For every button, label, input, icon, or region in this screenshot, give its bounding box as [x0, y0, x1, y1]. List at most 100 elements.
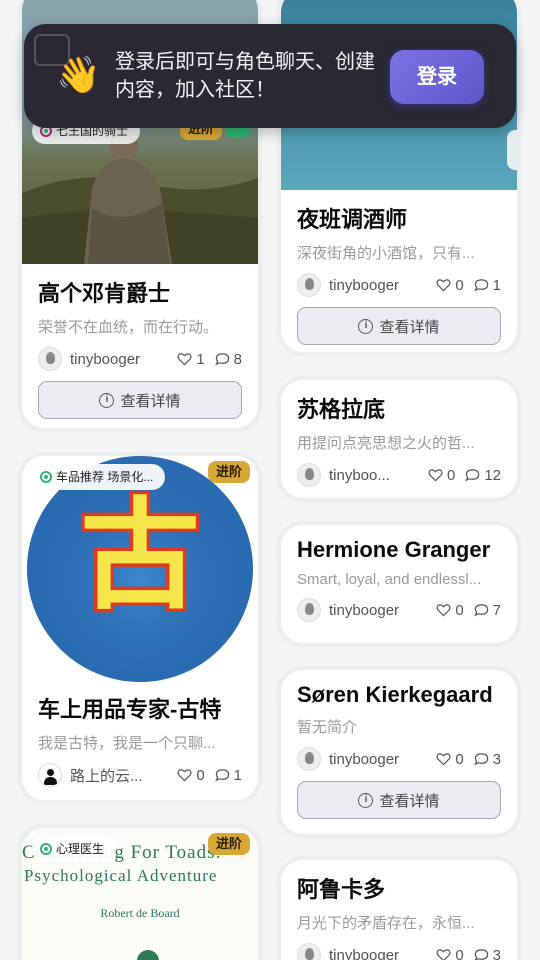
author-avatar [297, 273, 321, 297]
like-value: 1 [196, 350, 205, 368]
comment-value: 7 [492, 601, 501, 619]
character-card[interactable]: Hermione Granger Smart, loyal, and endle… [281, 525, 517, 643]
heart-icon [436, 949, 451, 960]
login-prompt-message: 登录后即可与角色聊天、创建内容，加入社区！ [115, 51, 375, 101]
card-meta: tinyboo... 0 12 [297, 463, 501, 487]
character-description: 荣誉不在血统，而在行动。 [38, 319, 219, 336]
card-meta: 路上的云... 0 1 [38, 763, 242, 787]
heart-icon [428, 469, 443, 482]
author-name: tinybooger [329, 946, 400, 960]
comment-value: 1 [492, 276, 501, 294]
info-icon: i [99, 392, 115, 408]
like-count[interactable]: 0 [177, 766, 205, 784]
comment-count[interactable]: 1 [214, 766, 242, 784]
heart-icon [436, 279, 451, 292]
view-details-button[interactable]: i 查看详情 [38, 381, 242, 419]
author-name: 路上的云... [70, 767, 143, 785]
card-meta: tinybooger 1 8 [38, 347, 242, 371]
tag-dot-icon [40, 471, 52, 483]
heart-icon [436, 604, 451, 617]
view-details-button[interactable]: i 查看详情 [297, 307, 501, 345]
character-description: 暂无简介 [297, 719, 358, 736]
comment-value: 3 [492, 750, 501, 768]
card-meta: tinybooger 0 3 [297, 747, 501, 771]
like-value: 0 [446, 466, 456, 484]
level-badge: 进阶 [207, 461, 250, 483]
info-icon: i [358, 318, 374, 334]
like-count[interactable]: 1 [177, 350, 205, 368]
card-meta: tinybooger 0 7 [297, 598, 501, 622]
waving-hand-icon: 👋 [56, 54, 101, 95]
character-name: Hermione Granger [297, 537, 491, 562]
character-description: 月光下的矛盾存在，永恒... [297, 915, 475, 932]
comment-value: 1 [233, 766, 242, 784]
comment-count[interactable]: 8 [214, 350, 242, 368]
character-description: Smart, loyal, and endlessl... [297, 571, 482, 588]
like-value: 0 [455, 946, 464, 960]
character-name: 车上用品专家-古特 [38, 697, 222, 722]
comment-value: 12 [484, 466, 501, 484]
character-name: 阿鲁卡多 [297, 877, 386, 902]
comment-icon [473, 604, 488, 617]
image-shape [507, 130, 517, 170]
author-avatar [38, 763, 62, 787]
comment-icon [214, 353, 229, 366]
character-description: 用提问点亮思想之火的哲... [297, 435, 475, 452]
book-title-line2: Psychological Adventure [24, 866, 218, 885]
book-author: Robert de Board [100, 906, 180, 920]
comment-count[interactable]: 1 [473, 276, 501, 294]
comment-count[interactable]: 12 [465, 467, 501, 484]
character-image: 古 车品推荐 场景化... 进阶 [22, 456, 258, 684]
like-count[interactable]: 0 [436, 276, 464, 294]
comment-count[interactable]: 3 [473, 750, 501, 768]
like-value: 0 [455, 601, 464, 619]
author-avatar [297, 943, 321, 960]
card-meta: tinybooger 0 3 [297, 943, 501, 960]
character-card[interactable]: 阿鲁卡多 月光下的矛盾存在，永恒... tinybooger 0 3 [281, 860, 517, 960]
view-details-label: 查看详情 [120, 392, 181, 410]
author-avatar [297, 598, 321, 622]
author-avatar [297, 747, 321, 771]
comment-value: 3 [492, 946, 501, 960]
like-count[interactable]: 0 [436, 750, 464, 768]
like-count[interactable]: 0 [436, 946, 464, 960]
login-button[interactable]: 登录 [390, 50, 484, 104]
comment-value: 8 [233, 350, 242, 368]
tag-label: 车品推荐 场景化... [56, 470, 154, 484]
character-card[interactable]: Søren Kierkegaard 暂无简介 tinybooger 0 3 i … [281, 670, 517, 834]
character-card[interactable]: 古 车品推荐 场景化... 进阶 车上用品专家-古特 我是古特，我是一个只聊..… [22, 456, 258, 800]
card-meta: tinybooger 0 1 [297, 273, 501, 297]
author-avatar [38, 347, 62, 371]
like-value: 0 [455, 276, 464, 294]
character-image: Counselling For Toads: Psychological Adv… [22, 828, 258, 960]
character-description: 我是古特，我是一个只聊... [38, 735, 216, 752]
like-count[interactable]: 0 [436, 601, 464, 619]
like-value: 0 [196, 766, 205, 784]
author-avatar [297, 463, 321, 487]
comment-count[interactable]: 3 [474, 947, 501, 960]
book-illustration [137, 950, 159, 960]
author-name: tinybooger [329, 750, 400, 768]
author-name: tinybooger [70, 350, 141, 368]
info-icon: i [358, 792, 374, 808]
logo-character: 古 [77, 486, 204, 627]
tag-dot-icon [40, 843, 52, 855]
like-value: 0 [455, 750, 464, 768]
view-details-label: 查看详情 [379, 318, 440, 336]
view-details-button[interactable]: i 查看详情 [297, 781, 501, 819]
comment-icon [473, 753, 488, 766]
heart-icon [436, 753, 451, 766]
like-count[interactable]: 0 [428, 467, 455, 484]
login-prompt-banner: 👋 登录后即可与角色聊天、创建内容，加入社区！ 登录 [24, 24, 516, 128]
category-tag: 车品推荐 场景化... [32, 464, 166, 490]
category-tag: 心理医生 [32, 836, 117, 862]
character-name: Søren Kierkegaard [297, 682, 493, 707]
comment-icon [474, 949, 488, 960]
character-name: 夜班调酒师 [297, 207, 408, 232]
comment-count[interactable]: 7 [473, 601, 501, 619]
character-card[interactable]: Counselling For Toads: Psychological Adv… [22, 828, 258, 960]
tag-label: 心理医生 [56, 842, 105, 856]
heart-icon [177, 353, 192, 366]
character-card[interactable]: 苏格拉底 用提问点亮思想之火的哲... tinyboo... 0 12 [281, 380, 517, 498]
view-details-label: 查看详情 [379, 792, 440, 810]
